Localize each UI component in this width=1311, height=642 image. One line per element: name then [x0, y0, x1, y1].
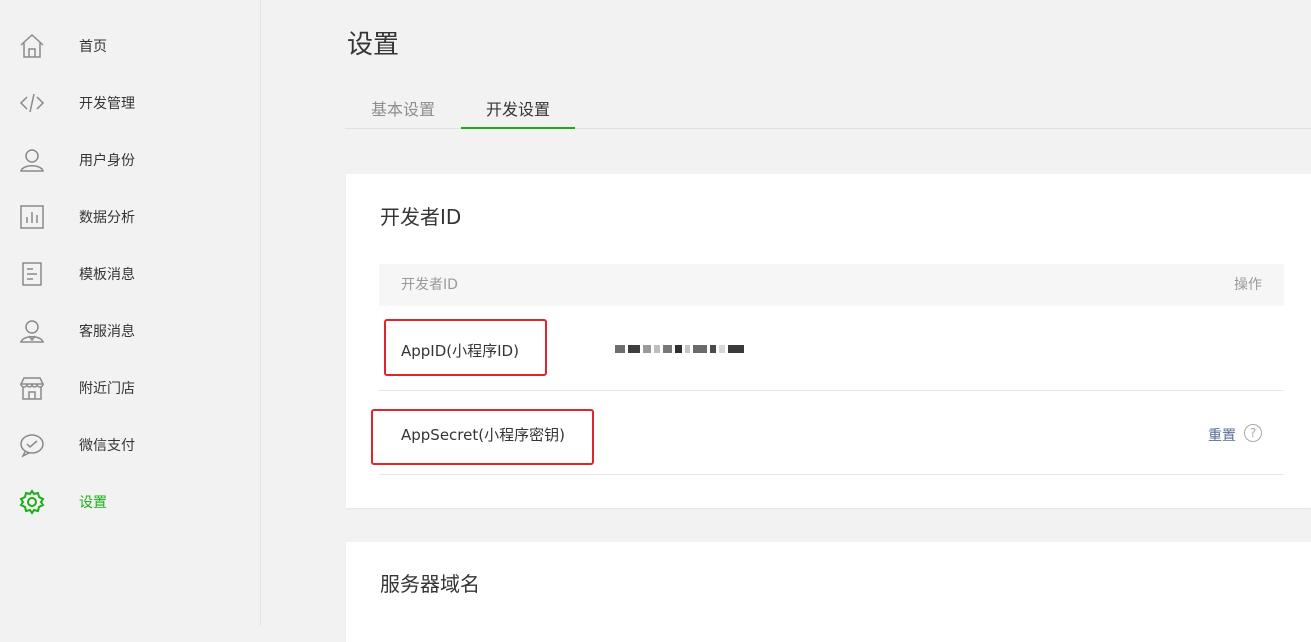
- sidebar-item-label: 客服消息: [79, 324, 135, 340]
- reset-appsecret-link[interactable]: 重置: [1208, 425, 1236, 445]
- sidebar-item-customer-service[interactable]: 客服消息: [0, 311, 260, 351]
- card-title: 开发者ID: [380, 205, 462, 229]
- gear-icon: [18, 488, 46, 516]
- sidebar-item-label: 设置: [79, 495, 107, 511]
- tab-basic-settings[interactable]: 基本设置: [359, 88, 447, 128]
- sidebar: 首页 开发管理 用户身份 数据分析 模板消息 客服消息 附近门店 微信支付 设置: [0, 0, 261, 626]
- sidebar-item-wechat-pay[interactable]: 微信支付: [0, 425, 260, 465]
- sidebar-item-label: 数据分析: [79, 210, 135, 226]
- sidebar-item-label: 用户身份: [79, 153, 135, 169]
- store-icon: [18, 374, 46, 402]
- home-icon: [18, 32, 46, 60]
- card-title: 服务器域名: [380, 572, 480, 596]
- sidebar-item-settings[interactable]: 设置: [0, 482, 260, 522]
- tab-dev-settings[interactable]: 开发设置: [461, 88, 575, 129]
- sidebar-item-label: 微信支付: [79, 438, 135, 454]
- appsecret-highlight-box: [371, 409, 594, 465]
- sidebar-item-template-messages[interactable]: 模板消息: [0, 254, 260, 294]
- page-title: 设置: [347, 30, 400, 60]
- appid-value-masked: [615, 344, 747, 354]
- sidebar-item-nearby-stores[interactable]: 附近门店: [0, 368, 260, 408]
- sidebar-item-label: 模板消息: [79, 267, 135, 283]
- sidebar-item-label: 首页: [79, 39, 107, 55]
- sidebar-item-home[interactable]: 首页: [0, 26, 260, 66]
- customer-service-icon: [18, 317, 46, 345]
- document-icon: [18, 260, 46, 288]
- settings-tabs: 基本设置 开发设置: [345, 88, 1311, 129]
- code-icon: [18, 89, 46, 117]
- sidebar-item-data-analysis[interactable]: 数据分析: [0, 197, 260, 237]
- column-header-developer-id: 开发者ID: [401, 277, 458, 293]
- table-header: 开发者ID 操作: [379, 264, 1284, 306]
- server-domain-card: 服务器域名: [346, 542, 1311, 642]
- user-icon: [18, 146, 46, 174]
- sidebar-item-label: 开发管理: [79, 96, 135, 112]
- column-header-action: 操作: [1234, 277, 1262, 293]
- chart-icon: [18, 203, 46, 231]
- wechat-pay-icon: [18, 431, 46, 459]
- help-icon[interactable]: ?: [1244, 424, 1262, 442]
- sidebar-item-dev-management[interactable]: 开发管理: [0, 83, 260, 123]
- sidebar-item-user-identity[interactable]: 用户身份: [0, 140, 260, 180]
- sidebar-item-label: 附近门店: [79, 381, 135, 397]
- appid-highlight-box: [384, 319, 547, 376]
